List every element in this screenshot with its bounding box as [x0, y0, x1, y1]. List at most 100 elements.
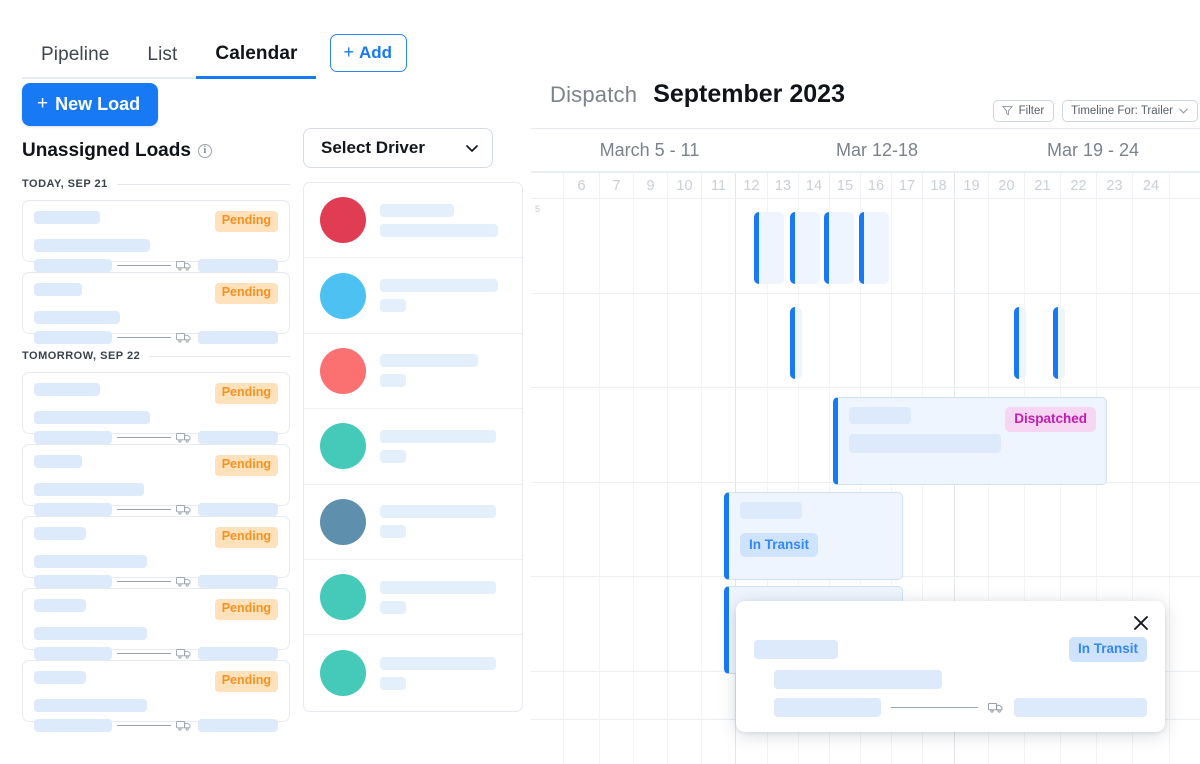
truck-icon: [176, 432, 191, 443]
driver-row[interactable]: [304, 485, 522, 560]
timeline-tick-bar[interactable]: [790, 306, 802, 379]
divider: [116, 183, 290, 185]
day-number: 17: [892, 173, 923, 198]
driver-row[interactable]: [304, 635, 522, 710]
driver-info: [380, 580, 496, 614]
load-card-header: Pending: [34, 283, 278, 304]
driver-row[interactable]: [304, 409, 522, 485]
skeleton-text: [198, 258, 278, 272]
skeleton-text: [380, 279, 498, 293]
load-route-row: [34, 502, 278, 516]
close-icon[interactable]: [1131, 613, 1151, 633]
load-card[interactable]: Pending: [22, 372, 290, 444]
skeleton-text: [34, 238, 150, 252]
add-view-button[interactable]: + Add: [330, 34, 408, 72]
load-card[interactable]: Pending: [22, 516, 290, 588]
load-card[interactable]: Pending: [22, 200, 290, 272]
timeline-tick-bar[interactable]: [754, 212, 784, 284]
driver-row[interactable]: [304, 560, 522, 636]
day-number: 14: [799, 173, 830, 198]
day-number: 7: [600, 173, 634, 198]
skeleton-text: [380, 525, 406, 539]
day-number: 22: [1061, 173, 1097, 198]
timeline-tick-bar[interactable]: [1053, 306, 1065, 379]
event-body: In Transit: [729, 493, 902, 579]
timeline-for-dropdown[interactable]: Timeline For: Trailer: [1062, 100, 1198, 122]
day-number-row: 6 7 9 10 11 12 13 14 15 16 17 18 19 20 21 22 23 24: [531, 172, 1200, 199]
timeline-event-bar[interactable]: In Transit: [724, 491, 903, 580]
skeleton-text: [34, 330, 112, 344]
load-card-body: [34, 698, 278, 712]
load-detail-popup[interactable]: In Transit: [736, 601, 1165, 732]
calendar-dispatch-page: Pipeline List Calendar + Add + New Load …: [0, 0, 1200, 764]
status-badge: Pending: [214, 671, 278, 692]
day-number: 11: [702, 173, 736, 198]
route-line: [117, 336, 171, 338]
timeline-tick-bar[interactable]: [790, 212, 820, 284]
skeleton-text: [34, 211, 100, 224]
select-driver-dropdown[interactable]: Select Driver: [303, 128, 493, 168]
load-card-body: [34, 310, 278, 324]
timeline-tick-bar[interactable]: [1014, 306, 1026, 379]
truck-icon: [176, 260, 191, 271]
skeleton-text: [380, 505, 496, 519]
truck-icon: [176, 720, 191, 731]
popup-route-row: [754, 697, 1147, 717]
new-load-label: New Load: [55, 93, 141, 114]
driver-row[interactable]: [304, 258, 522, 334]
skeleton-text: [380, 354, 478, 368]
info-icon[interactable]: i: [197, 144, 212, 158]
skeleton-text: [380, 656, 496, 670]
skeleton-text: [198, 718, 278, 732]
load-route-row: [34, 646, 278, 660]
load-card[interactable]: Pending: [22, 660, 290, 732]
skeleton-text: [34, 310, 120, 324]
skeleton-text: [34, 410, 150, 424]
avatar: [320, 574, 366, 621]
load-route-row: [34, 330, 278, 344]
day-number: 15: [830, 173, 861, 198]
day-group-header: TODAY, SEP 21: [22, 178, 290, 190]
day-number: 18: [923, 173, 955, 198]
load-card[interactable]: Pending: [22, 272, 290, 344]
load-card-body: [34, 482, 278, 496]
filter-button[interactable]: Filter: [992, 100, 1055, 122]
skeleton-text: [849, 434, 1001, 453]
skeleton-text: [380, 449, 406, 463]
load-card-header: Pending: [34, 671, 278, 692]
truck-icon: [176, 504, 191, 515]
skeleton-text: [34, 574, 112, 588]
timeline-controls: Filter Timeline For: Trailer: [992, 100, 1198, 122]
timeline-tick-bar[interactable]: [824, 212, 854, 284]
new-load-button[interactable]: + New Load: [22, 83, 159, 126]
driver-row[interactable]: [304, 183, 522, 259]
day-number: 20: [989, 173, 1025, 198]
skeleton-text: [34, 455, 82, 468]
avatar: [320, 650, 366, 697]
load-route-row: [34, 718, 278, 732]
timeline-event-bar[interactable]: Dispatched: [833, 397, 1107, 485]
timeline-tick-bar[interactable]: [859, 212, 889, 284]
load-card-header: Pending: [34, 455, 278, 476]
load-day-group: TOMORROW, SEP 22 Pending Pending Pending Pen…: [22, 350, 290, 732]
plus-icon: +: [343, 42, 354, 62]
load-card[interactable]: Pending: [22, 588, 290, 660]
page-title: Unassigned Loads i: [22, 140, 290, 162]
day-number: 9: [634, 173, 668, 198]
truck-icon: [176, 332, 191, 343]
day-number: 23: [1097, 173, 1133, 198]
driver-info: [380, 656, 496, 690]
status-badge: Pending: [214, 527, 278, 548]
skeleton-text: [198, 430, 278, 444]
skeleton-text: [34, 383, 100, 396]
tab-pipeline[interactable]: Pipeline: [22, 40, 129, 79]
status-badge: Pending: [214, 283, 278, 304]
load-card[interactable]: Pending: [22, 444, 290, 516]
tab-calendar[interactable]: Calendar: [196, 39, 317, 79]
timeline-month: September 2023: [653, 80, 845, 108]
load-card-header: Pending: [34, 383, 278, 404]
tab-list[interactable]: List: [128, 40, 197, 79]
divider: [149, 355, 290, 357]
driver-row[interactable]: [304, 334, 522, 410]
week-header: March 5 - 11: [599, 139, 700, 160]
